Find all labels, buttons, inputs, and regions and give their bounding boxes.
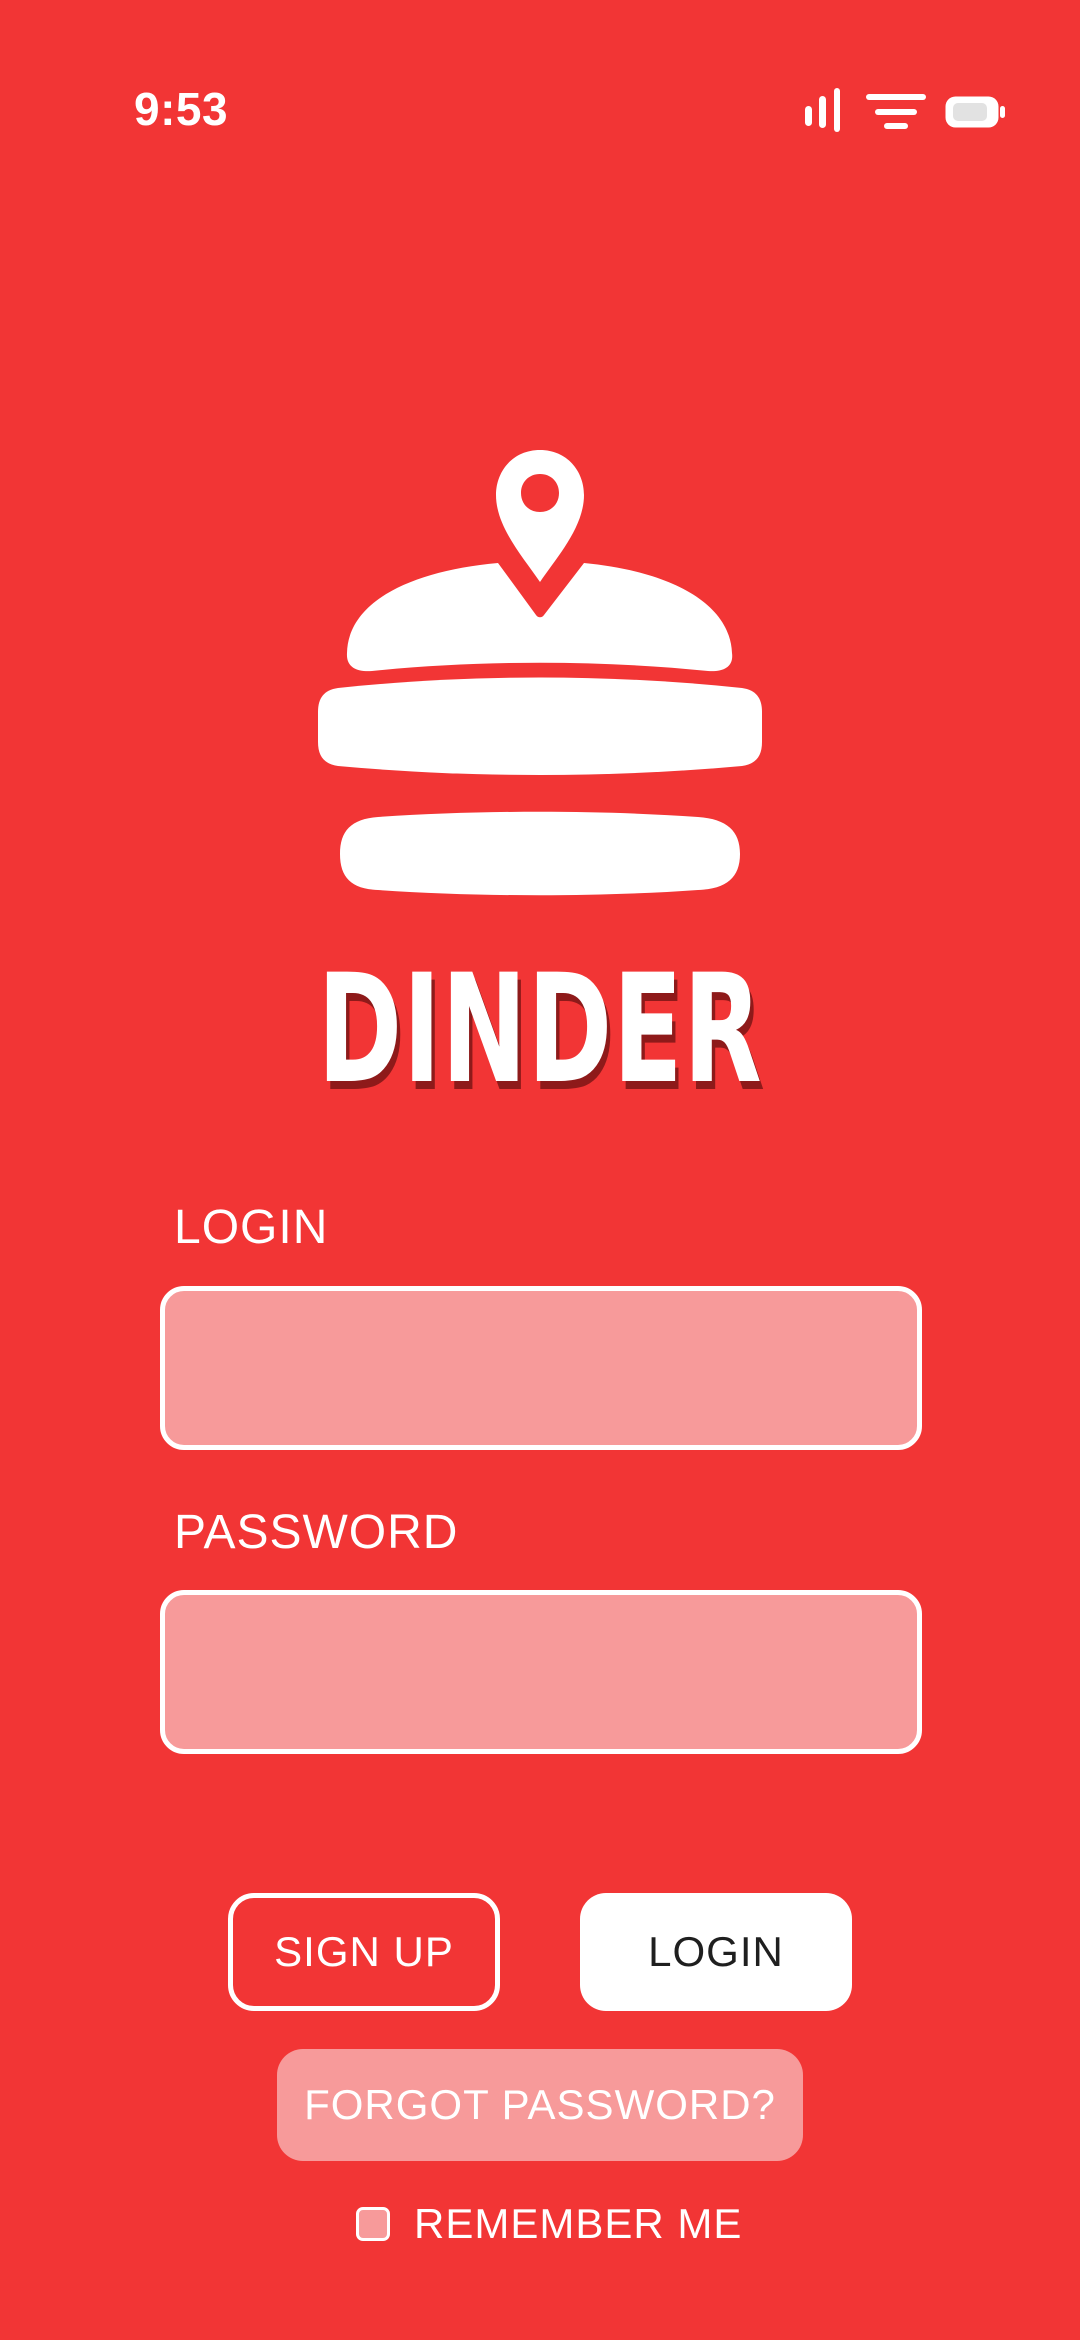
- battery-icon: [945, 96, 1005, 128]
- forgot-password-button[interactable]: FORGOT PASSWORD?: [277, 2049, 803, 2161]
- signup-button[interactable]: SIGN UP: [228, 1893, 500, 2011]
- remember-me-checkbox[interactable]: [356, 2207, 390, 2241]
- remember-me-label: REMEMBER ME: [414, 2200, 743, 2247]
- login-input[interactable]: [160, 1286, 922, 1450]
- signal-icon: [805, 88, 840, 132]
- brand-title: DINDER: [317, 943, 763, 1117]
- password-label: PASSWORD: [174, 1506, 459, 1559]
- remember-me-row[interactable]: REMEMBER ME: [356, 2198, 742, 2250]
- status-time: 9:53: [134, 83, 229, 135]
- login-button[interactable]: LOGIN: [580, 1893, 852, 2011]
- burger-location-pin-icon: [318, 450, 762, 896]
- password-input[interactable]: [160, 1590, 922, 1754]
- wifi-icon: [866, 94, 926, 129]
- status-bar: 9:53: [0, 0, 1080, 200]
- logo: [300, 440, 780, 910]
- login-label: LOGIN: [174, 1201, 329, 1254]
